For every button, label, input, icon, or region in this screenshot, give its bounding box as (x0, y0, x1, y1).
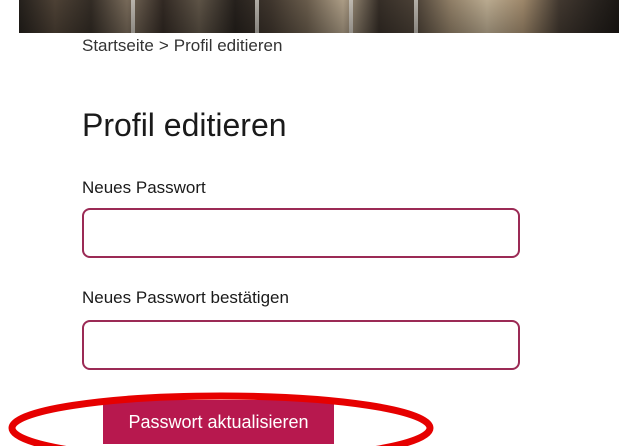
photo-detail (414, 0, 418, 33)
breadcrumb-home-link[interactable]: Startseite (82, 36, 154, 56)
photo-detail (131, 0, 135, 33)
update-password-button[interactable]: Passwort aktualisieren (103, 400, 334, 444)
confirm-password-field[interactable] (82, 320, 520, 370)
breadcrumb-separator: > (158, 36, 169, 55)
new-password-field[interactable] (82, 208, 520, 258)
breadcrumb-current: Profil editieren (173, 36, 283, 55)
photo-detail (349, 0, 353, 33)
confirm-password-label: Neues Passwort bestätigen (82, 288, 289, 307)
page: Startseite > Profil editieren Profil edi… (0, 0, 619, 446)
header-photo (19, 0, 619, 33)
page-title: Profil editieren (82, 107, 287, 143)
new-password-label: Neues Passwort (82, 178, 206, 197)
breadcrumb: Startseite > Profil editieren (82, 36, 282, 56)
photo-detail (255, 0, 259, 33)
